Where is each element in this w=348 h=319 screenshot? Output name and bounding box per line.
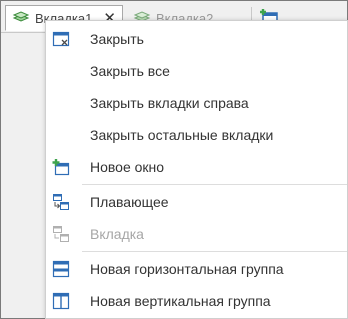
menu-item-dock-as-tab: Вкладка xyxy=(46,219,347,249)
docked-tab-icon xyxy=(52,225,70,243)
menu-item-label: Закрыть остальные вкладки xyxy=(90,127,274,143)
menu-item-label: Новая вертикальная группа xyxy=(90,293,271,309)
close-window-icon xyxy=(52,30,70,48)
menu-item-label: Плавающее xyxy=(90,194,169,210)
menu-item-label: Закрыть xyxy=(90,31,144,47)
menu-item-close-other-tabs[interactable]: Закрыть остальные вкладки xyxy=(46,120,347,150)
menu-item-new-window[interactable]: Новое окно xyxy=(46,152,347,182)
menu-item-floating[interactable]: Плавающее xyxy=(46,187,347,217)
menu-item-label: Вкладка xyxy=(90,226,144,242)
menu-item-close-tabs-right[interactable]: Закрыть вкладки справа xyxy=(46,88,347,118)
menu-item-label: Закрыть вкладки справа xyxy=(90,95,249,111)
menu-item-close-all[interactable]: Закрыть все xyxy=(46,56,347,86)
menu-item-new-horizontal-group[interactable]: Новая горизонтальная группа xyxy=(46,254,347,284)
vertical-group-icon xyxy=(52,292,70,310)
menu-item-new-vertical-group[interactable]: Новая вертикальная группа xyxy=(46,286,347,316)
menu-item-close[interactable]: Закрыть xyxy=(46,24,347,54)
layers-icon xyxy=(12,9,30,28)
floating-icon xyxy=(52,193,70,211)
horizontal-group-icon xyxy=(52,260,70,278)
menu-separator xyxy=(82,184,347,185)
menu-item-label: Закрыть все xyxy=(90,63,170,79)
new-window-icon xyxy=(52,158,70,176)
menu-separator xyxy=(82,251,347,252)
tab-context-menu: Закрыть Закрыть все Закрыть вкладки спра… xyxy=(45,20,348,319)
menu-item-label: Новая горизонтальная группа xyxy=(90,261,284,277)
menu-item-label: Новое окно xyxy=(90,159,165,175)
